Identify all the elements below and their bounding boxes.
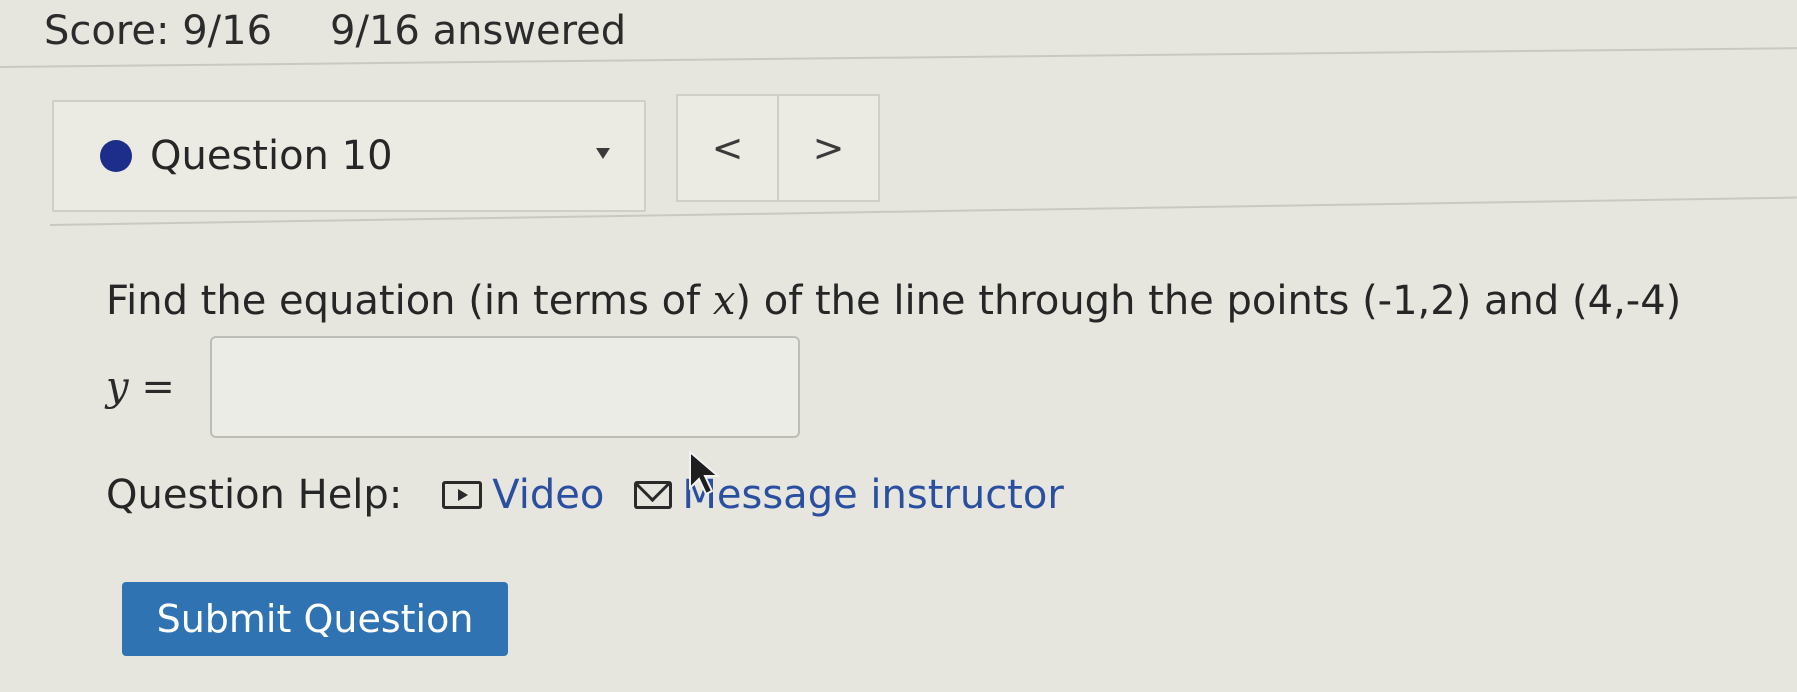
answer-row: y = xyxy=(106,336,800,438)
video-icon xyxy=(442,481,483,509)
answer-label: y = xyxy=(106,364,175,410)
question-status-dot xyxy=(100,140,132,172)
question-prompt: Find the equation (in terms of x) of the… xyxy=(106,278,1681,324)
video-link-label: Video xyxy=(492,472,605,518)
previous-question-button[interactable]: < xyxy=(678,96,777,200)
answered-count: 9/16 answered xyxy=(330,8,627,54)
prompt-variable: x xyxy=(712,278,736,324)
question-nav: < > xyxy=(676,94,880,202)
next-question-button[interactable]: > xyxy=(777,96,878,200)
dropdown-arrow-icon xyxy=(596,148,610,159)
question-help: Question Help: Video Message instructor xyxy=(106,472,1094,518)
submit-question-button[interactable]: Submit Question xyxy=(122,582,508,656)
prompt-text-start: Find the equation (in terms of xyxy=(106,278,713,324)
score-bar: Score: 9/16 9/16 answered xyxy=(44,8,626,54)
mail-icon xyxy=(634,481,673,509)
question-help-label: Question Help: xyxy=(106,472,403,518)
prompt-text-end: ) of the line through the points (-1,2) … xyxy=(735,278,1682,324)
score-text: Score: 9/16 xyxy=(44,8,273,54)
question-select-label: Question 10 xyxy=(150,133,393,179)
question-select-dropdown[interactable]: Question 10 xyxy=(52,100,646,212)
video-link[interactable]: Video xyxy=(442,472,604,518)
message-instructor-label: Message instructor xyxy=(682,472,1064,518)
answer-input[interactable] xyxy=(210,336,800,438)
mouse-cursor-icon xyxy=(689,450,721,496)
